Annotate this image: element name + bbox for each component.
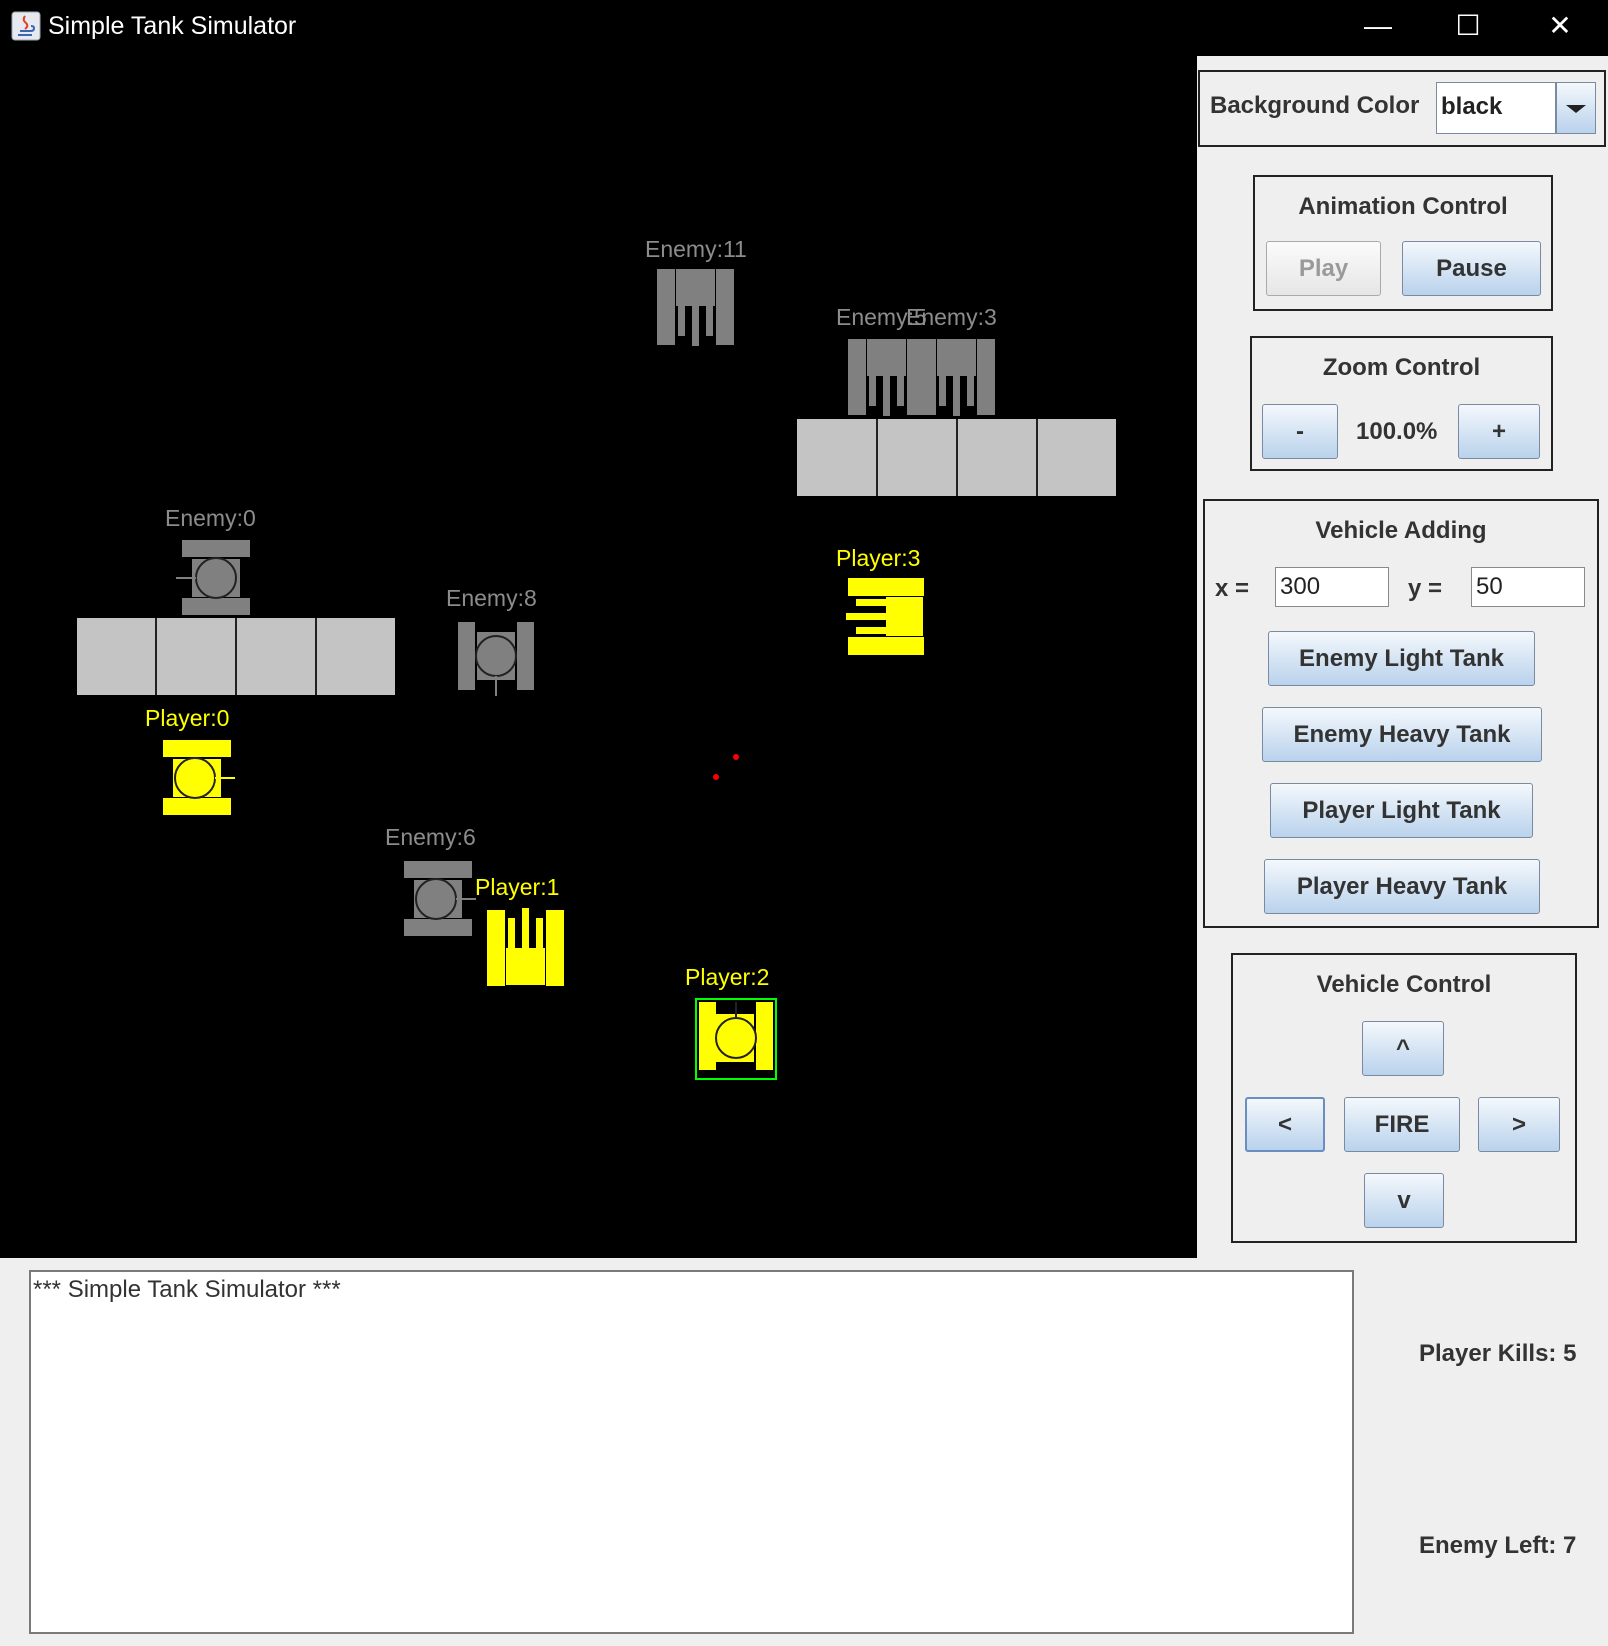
y-label: y = [1408,575,1443,602]
background-color-label: Background Color [1210,92,1420,119]
status-area: *** Simple Tank Simulator *** Player Kil… [0,1258,1608,1646]
vehicle-adding-title: Vehicle Adding [1315,517,1487,544]
pause-button[interactable]: Pause [1402,241,1541,296]
x-label: x = [1215,575,1250,602]
tank-label-player-0: Player:0 [145,705,230,731]
enemy-left-label: Enemy Left: 7 [1419,1532,1577,1559]
enemy-light-tank-icon[interactable] [402,859,478,939]
fire-button[interactable]: FIRE [1344,1097,1460,1152]
y-coordinate-input[interactable]: 50 [1471,567,1585,607]
log-text: *** Simple Tank Simulator *** [33,1276,341,1303]
player-heavy-tank-icon[interactable] [486,908,566,988]
move-left-button[interactable]: < [1245,1097,1325,1152]
enemy-light-tank-icon[interactable] [456,622,536,698]
control-panel: Background Color black Animation Control… [1197,56,1608,1258]
vehicle-control-title: Vehicle Control [1316,971,1492,998]
zoom-out-button[interactable]: - [1262,404,1338,459]
tank-label-player-1: Player:1 [475,874,560,900]
tank-label-player-3: Player:3 [836,545,921,571]
wall-block-left [77,618,395,695]
x-coordinate-input[interactable]: 300 [1275,567,1389,607]
add-player-heavy-tank-button[interactable]: Player Heavy Tank [1264,859,1540,914]
background-color-row: Background Color black [1198,70,1606,147]
animation-control-title: Animation Control [1298,193,1508,220]
player-kills-label: Player Kills: 5 [1419,1340,1577,1367]
move-up-button[interactable]: ^ [1362,1021,1444,1076]
move-down-button[interactable]: v [1364,1173,1444,1228]
window-title: Simple Tank Simulator [48,12,297,40]
tank-label-enemy-11: Enemy:11 [645,236,747,262]
tank-label-enemy-8: Enemy:8 [446,585,537,611]
zoom-in-button[interactable]: + [1458,404,1540,459]
enemy-heavy-tank-icon[interactable] [847,338,927,418]
enemy-light-tank-icon[interactable] [176,538,252,618]
maximize-button[interactable]: ☐ [1430,0,1506,56]
tank-label-enemy-6: Enemy:6 [385,824,476,850]
add-enemy-light-tank-button[interactable]: Enemy Light Tank [1268,631,1535,686]
animation-control-group: Animation Control Play Pause [1253,175,1553,311]
enemy-heavy-tank-icon[interactable] [656,268,736,348]
message-log[interactable]: *** Simple Tank Simulator *** [29,1270,1354,1634]
player-light-tank-selected-icon[interactable] [695,998,777,1080]
background-color-select[interactable]: black [1436,82,1556,134]
dropdown-arrow-icon[interactable] [1556,82,1596,134]
tank-label-enemy-3: Enemy:3 [906,304,997,330]
player-heavy-tank-icon[interactable] [846,577,926,657]
battlefield-canvas[interactable]: Enemy:11 Enemy:5 Enemy:3 Enemy:0 Enemy:8 [0,56,1197,1258]
zoom-control-title: Zoom Control [1322,354,1481,381]
move-right-button[interactable]: > [1478,1097,1560,1152]
zoom-control-group: Zoom Control - 100.0% + [1250,336,1553,471]
tank-label-enemy-0: Enemy:0 [165,505,256,531]
add-player-light-tank-button[interactable]: Player Light Tank [1270,783,1533,838]
vehicle-control-group: Vehicle Control ^ < FIRE > v [1231,953,1577,1243]
title-bar: Simple Tank Simulator — ☐ ✕ [0,0,1608,56]
zoom-level: 100.0% [1356,418,1438,445]
wall-block-top [797,419,1116,496]
bullet [733,754,739,760]
java-app-icon [11,11,41,41]
bullet [713,774,719,780]
vehicle-adding-group: Vehicle Adding x = 300 y = 50 Enemy Ligh… [1203,499,1599,928]
minimize-button[interactable]: — [1340,0,1416,56]
close-button[interactable]: ✕ [1522,0,1598,56]
add-enemy-heavy-tank-button[interactable]: Enemy Heavy Tank [1262,707,1542,762]
enemy-heavy-tank-icon[interactable] [917,338,997,418]
tank-label-player-2: Player:2 [685,964,770,990]
play-button[interactable]: Play [1266,241,1381,296]
player-light-tank-icon[interactable] [161,738,237,818]
